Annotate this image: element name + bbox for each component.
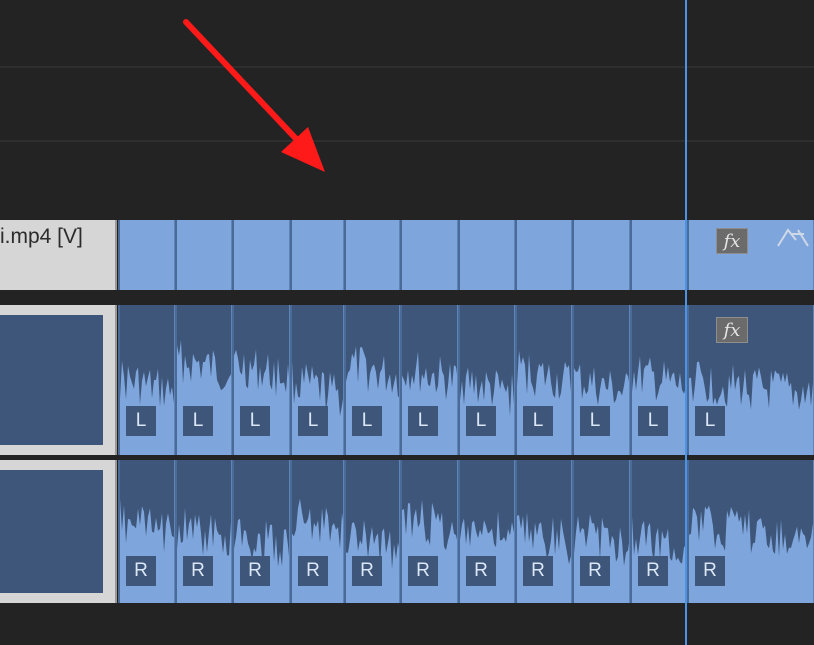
- video-clip-segment[interactable]: [344, 220, 400, 290]
- channel-label: R: [183, 556, 213, 586]
- waveform-right: [0, 470, 103, 593]
- channel-label: L: [352, 406, 382, 436]
- fx-badge[interactable]: fx: [716, 228, 748, 254]
- channel-label: R: [638, 556, 668, 586]
- channel-label: L: [580, 406, 610, 436]
- video-clip-segment[interactable]: [458, 220, 515, 290]
- video-clip-segment[interactable]: [232, 220, 290, 290]
- video-clip[interactable]: i.mp4 [V]: [0, 220, 117, 290]
- channel-label: L: [408, 406, 438, 436]
- video-clip-segment[interactable]: [118, 220, 175, 290]
- channel-label: R: [298, 556, 328, 586]
- audio-clip-right-first[interactable]: [0, 460, 117, 603]
- channel-label: R: [580, 556, 610, 586]
- channel-label: R: [126, 556, 156, 586]
- video-clip-segment[interactable]: [630, 220, 687, 290]
- channel-label: L: [523, 406, 553, 436]
- channel-label: L: [240, 406, 270, 436]
- channel-label: R: [352, 556, 382, 586]
- channel-label: L: [183, 406, 213, 436]
- video-clip-segment[interactable]: [572, 220, 630, 290]
- channel-label: R: [408, 556, 438, 586]
- channel-label: L: [695, 406, 725, 436]
- fx-badge-audio[interactable]: fx: [716, 317, 748, 343]
- channel-label: R: [523, 556, 553, 586]
- audio-clip-left-first[interactable]: [0, 305, 117, 455]
- keyframe-icon[interactable]: [774, 224, 814, 254]
- playhead[interactable]: [685, 0, 687, 645]
- channel-label: L: [298, 406, 328, 436]
- clip-name: i.mp4 [V]: [0, 225, 83, 248]
- channel-label: R: [240, 556, 270, 586]
- channel-label: R: [695, 556, 725, 586]
- video-clip-segment[interactable]: [175, 220, 232, 290]
- video-clip-segment[interactable]: [400, 220, 458, 290]
- channel-label: L: [466, 406, 496, 436]
- channel-label: L: [126, 406, 156, 436]
- video-clip-segment[interactable]: [515, 220, 572, 290]
- channel-label: R: [466, 556, 496, 586]
- waveform-left: [0, 315, 103, 445]
- video-clip-segment[interactable]: [290, 220, 344, 290]
- channel-label: L: [638, 406, 668, 436]
